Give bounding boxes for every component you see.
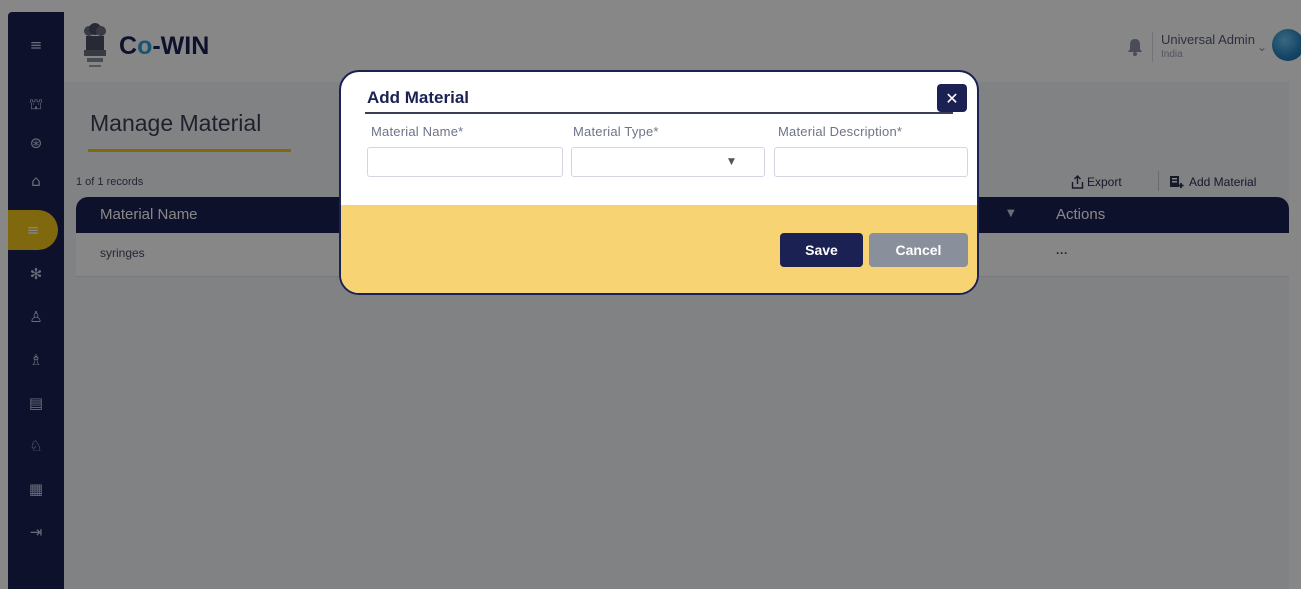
save-button[interactable]: Save xyxy=(780,233,863,267)
material-name-label: Material Name* xyxy=(371,124,464,139)
cancel-button[interactable]: Cancel xyxy=(869,233,968,267)
material-type-select[interactable] xyxy=(571,147,765,177)
dialog-footer: Save Cancel xyxy=(341,205,977,293)
material-type-label: Material Type* xyxy=(573,124,659,139)
dialog-title: Add Material xyxy=(367,88,470,107)
material-name-input[interactable] xyxy=(367,147,563,177)
add-material-dialog: Add Material ✕ Material Name* Material T… xyxy=(339,70,979,295)
material-description-input[interactable] xyxy=(774,147,968,177)
dropdown-caret-icon[interactable]: ▼ xyxy=(728,157,735,167)
title-divider xyxy=(365,112,953,114)
app-shell: ≡ ⛫ ⊛ ⌂ ≡ ✻ ♙ ♗ ▤ ♘ ▦ ⇥ Co-WIN Universal… xyxy=(0,0,1301,589)
close-icon: ✕ xyxy=(945,88,959,108)
close-button[interactable]: ✕ xyxy=(937,84,967,112)
material-description-label: Material Description* xyxy=(778,124,903,139)
